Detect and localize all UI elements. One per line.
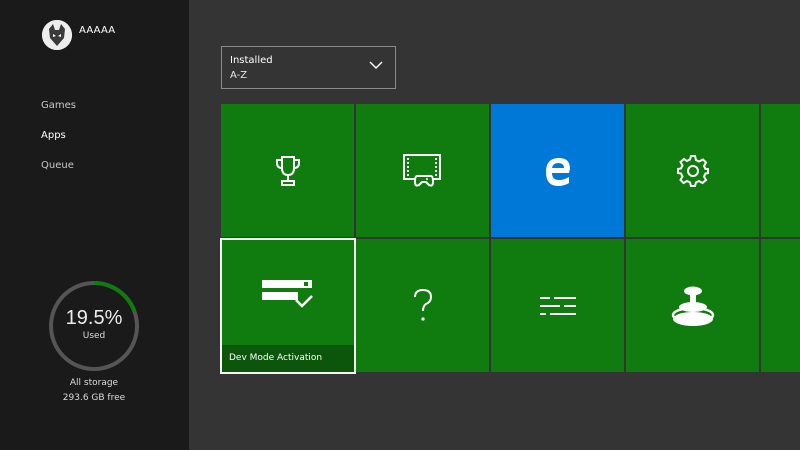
app-tile-game-dvr[interactable]: [356, 104, 489, 237]
app-tile-help[interactable]: [356, 239, 489, 372]
edge-icon: [545, 157, 570, 186]
trophy-icon: [275, 155, 300, 186]
filter-label: Installed: [230, 55, 273, 66]
sidebar-nav: Games Apps Queue: [41, 100, 76, 190]
sort-filter-dropdown[interactable]: Installed A-Z: [221, 46, 396, 89]
chevron-down-icon: [369, 61, 383, 69]
question-mark-icon: [413, 288, 432, 321]
app-tile-achievements[interactable]: [221, 104, 354, 237]
sidebar-item-apps[interactable]: Apps: [41, 130, 76, 160]
storage-ring: 19.5% Used: [42, 274, 146, 371]
game-dvr-icon: [402, 153, 441, 187]
tile-label: Dev Mode Activation: [222, 345, 354, 372]
app-tile-joystick[interactable]: [626, 239, 759, 372]
app-tile-edge[interactable]: [491, 104, 624, 237]
storage-meter[interactable]: 19.5% Used All storage 293.6 GB free: [42, 274, 146, 403]
sort-label: A-Z: [230, 70, 248, 81]
storage-percent: 19.5%: [65, 307, 123, 329]
dev-mode-icon: [262, 280, 313, 308]
app-tile-dev-mode-activation[interactable]: Dev Mode Activation: [220, 238, 356, 374]
storage-caption: All storage 293.6 GB free: [42, 376, 146, 406]
storage-free: 293.6 GB free: [62, 393, 126, 403]
storage-scope: All storage: [69, 378, 119, 388]
app-tile-settings[interactable]: [626, 104, 759, 237]
app-tile-partial-1[interactable]: [761, 104, 800, 237]
lines-icon: [539, 296, 576, 315]
avatar[interactable]: [42, 20, 72, 50]
gamertag: AAAAA: [79, 24, 116, 36]
storage-used-label: Used: [82, 331, 106, 341]
app-tile-lines[interactable]: [491, 239, 624, 372]
joystick-icon: [671, 286, 714, 326]
settings-gear-icon: [676, 154, 709, 187]
sidebar-item-games[interactable]: Games: [41, 100, 76, 130]
sidebar-item-queue[interactable]: Queue: [41, 160, 76, 190]
sidebar: AAAAA Games Apps Queue 19.5% Used All st…: [0, 0, 189, 450]
profile[interactable]: AAAAA: [42, 20, 115, 50]
app-tile-partial-2[interactable]: [761, 239, 800, 372]
